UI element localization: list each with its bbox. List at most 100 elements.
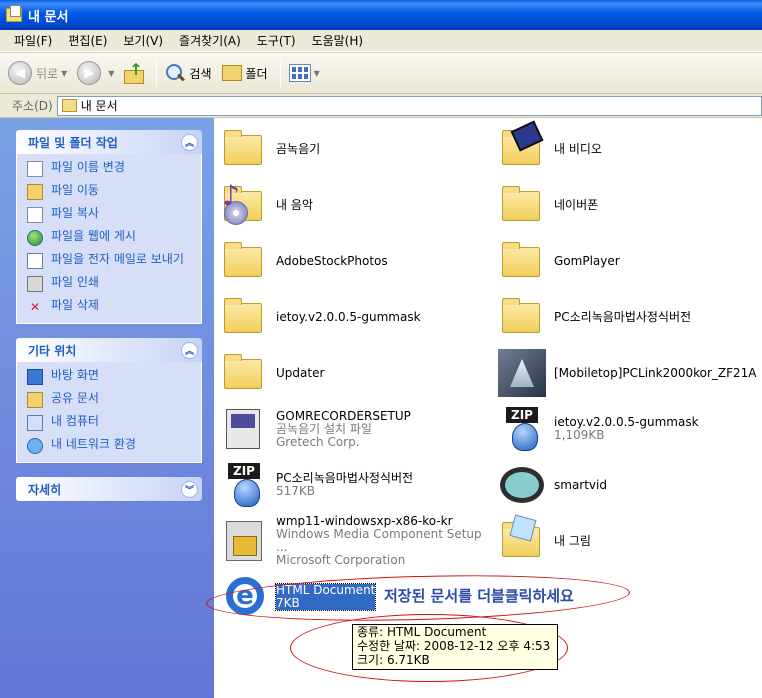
forward-dropdown-icon[interactable]: ▼ (108, 69, 114, 78)
file-tooltip: 종류: HTML Document 수정한 날짜: 2008-12-12 오후 … (352, 624, 558, 670)
place-label: 공유 문서 (51, 391, 99, 405)
place-label: 바탕 화면 (51, 368, 99, 382)
menu-view[interactable]: 보기(V) (123, 32, 163, 49)
menu-help[interactable]: 도움말(H) (312, 32, 364, 49)
details-header[interactable]: 자세히 ︾ (16, 477, 202, 501)
file-item[interactable]: 내 그림 (498, 514, 762, 566)
other-places-header[interactable]: 기타 위치 ︽ (16, 338, 202, 362)
shared-folder-icon (27, 392, 43, 408)
file-item[interactable]: ZIP ietoy.v2.0.0.5-gummask 1,109KB (498, 404, 762, 454)
file-folder-tasks-header[interactable]: 파일 및 폴더 작업 ︽ (16, 130, 202, 154)
folder-icon (220, 237, 268, 285)
up-folder-button[interactable]: ↑ (124, 60, 145, 84)
task-rename[interactable]: 파일 이름 변경 (27, 161, 193, 177)
tooltip-type: 종류: HTML Document (357, 625, 487, 639)
picture-folder-icon (498, 514, 546, 565)
views-icon (288, 64, 311, 82)
file-item[interactable]: ZIP PC소리녹음마법사정식버전 517KB (220, 460, 490, 510)
file-item[interactable]: 내 비디오 (498, 120, 762, 174)
file-item[interactable]: 곰녹음기 (220, 124, 490, 174)
move-icon (27, 184, 43, 200)
views-button[interactable]: ▼ (288, 64, 320, 82)
address-label: 주소(D) (12, 99, 53, 113)
file-name: smartvid (554, 477, 607, 492)
menu-edit[interactable]: 편집(E) (68, 32, 107, 49)
address-field[interactable]: 내 문서 (56, 95, 762, 116)
folders-label: 폴더 (245, 66, 268, 81)
place-my-network[interactable]: 내 네트워크 환경 (27, 438, 193, 454)
file-item[interactable]: Updater (220, 348, 490, 398)
forward-arrow-icon: ▶ (77, 61, 102, 85)
panel-title: 기타 위치 (28, 343, 77, 358)
file-name: PC소리녹음마법사정식버전 (554, 309, 692, 324)
task-label: 파일을 전자 메일로 보내기 (51, 252, 184, 266)
file-folder-tasks-panel: 파일 및 폴더 작업 ︽ 파일 이름 변경 파일 이동 파일 복사 파일을 웹에… (16, 130, 202, 324)
delete-icon: ✕ (29, 299, 41, 314)
folder-icon (498, 293, 546, 341)
task-label: 파일 인쇄 (51, 275, 99, 289)
globe-icon (27, 230, 43, 246)
folder-icon (220, 125, 268, 173)
file-item[interactable]: GOMRECORDERSETUP 곰녹음기 설치 파일 Gretech Corp. (220, 404, 490, 454)
folders-button[interactable]: 폴더 (221, 65, 268, 82)
file-company: Gretech Corp. (276, 434, 360, 449)
back-button[interactable]: ◀ 뒤로 ▼ (8, 61, 67, 85)
file-item[interactable]: smartvid (498, 460, 762, 510)
toolbar-separator (156, 59, 158, 87)
mobile-app-icon (498, 349, 546, 397)
file-name: 곰녹음기 (276, 141, 321, 156)
file-item[interactable]: ietoy.v2.0.0.5-gummask (220, 292, 490, 342)
file-name: 네이버폰 (554, 197, 599, 212)
file-item[interactable]: wmp11-windowsxp-x86-ko-kr Windows Media C… (220, 515, 490, 567)
installer-icon (220, 517, 268, 565)
file-company: Microsoft Corporation (276, 553, 406, 567)
file-name: Updater (276, 365, 325, 380)
menu-favorites[interactable]: 즐겨찾기(A) (179, 32, 241, 49)
search-button[interactable]: 검색 (165, 63, 212, 83)
file-description: Windows Media Component Setup ... (276, 527, 482, 554)
file-size: 517KB (276, 484, 316, 498)
expand-chevron-icon[interactable]: ︾ (181, 480, 198, 498)
file-item[interactable]: PC소리녹음마법사정식버전 (498, 292, 762, 342)
file-item[interactable]: [Mobiletop]PCLink2000kor_ZF21A (498, 348, 762, 398)
file-item[interactable]: AdobeStockPhotos (220, 236, 490, 286)
back-dropdown-icon[interactable]: ▼ (61, 69, 67, 78)
file-item[interactable]: GomPlayer (498, 236, 762, 286)
back-arrow-icon: ◀ (8, 61, 32, 85)
task-label: 파일 삭제 (51, 298, 99, 312)
place-my-computer[interactable]: 내 컴퓨터 (27, 415, 193, 431)
desktop-icon (27, 369, 43, 385)
network-icon (27, 438, 43, 454)
file-name: 내 음악 (276, 197, 313, 212)
folder-icon (220, 293, 268, 341)
tooltip-size: 크기: 6.71KB (357, 653, 430, 667)
task-publish-web[interactable]: 파일을 웹에 게시 (27, 230, 193, 246)
menu-bar: 파일(F) 편집(E) 보기(V) 즐겨찾기(A) 도구(T) 도움말(H) (0, 30, 762, 52)
file-item[interactable]: ♪ 내 음악 (220, 180, 490, 230)
collapse-chevron-icon[interactable]: ︽ (181, 341, 198, 359)
email-icon (27, 253, 43, 269)
up-arrow-icon: ↑ (129, 60, 143, 79)
file-item[interactable]: 네이버폰 (498, 180, 762, 230)
task-copy[interactable]: 파일 복사 (27, 207, 193, 223)
task-move[interactable]: 파일 이동 (27, 184, 193, 200)
printer-icon (27, 276, 43, 292)
other-places-panel: 기타 위치 ︽ 바탕 화면 공유 문서 내 컴퓨터 내 네트워크 환경 (16, 338, 202, 463)
title-bar: 내 문서 (0, 0, 762, 30)
menu-tools[interactable]: 도구(T) (257, 32, 296, 49)
zip-icon: ZIP (498, 405, 546, 453)
forward-button[interactable]: ▶ ▼ (77, 61, 114, 85)
views-dropdown-icon[interactable]: ▼ (314, 69, 320, 78)
copy-icon (27, 207, 43, 223)
address-bar: 주소(D) 내 문서 (0, 94, 762, 118)
task-email[interactable]: 파일을 전자 메일로 보내기 (27, 253, 193, 269)
menu-file[interactable]: 파일(F) (14, 32, 52, 49)
task-print[interactable]: 파일 인쇄 (27, 276, 193, 292)
place-label: 내 컴퓨터 (51, 414, 99, 428)
task-delete[interactable]: ✕ 파일 삭제 (27, 299, 193, 315)
collapse-chevron-icon[interactable]: ︽ (181, 133, 198, 151)
task-pane: 파일 및 폴더 작업 ︽ 파일 이름 변경 파일 이동 파일 복사 파일을 웹에… (0, 118, 214, 698)
file-name: AdobeStockPhotos (276, 253, 388, 268)
place-desktop[interactable]: 바탕 화면 (27, 369, 193, 385)
place-shared-documents[interactable]: 공유 문서 (27, 392, 193, 408)
